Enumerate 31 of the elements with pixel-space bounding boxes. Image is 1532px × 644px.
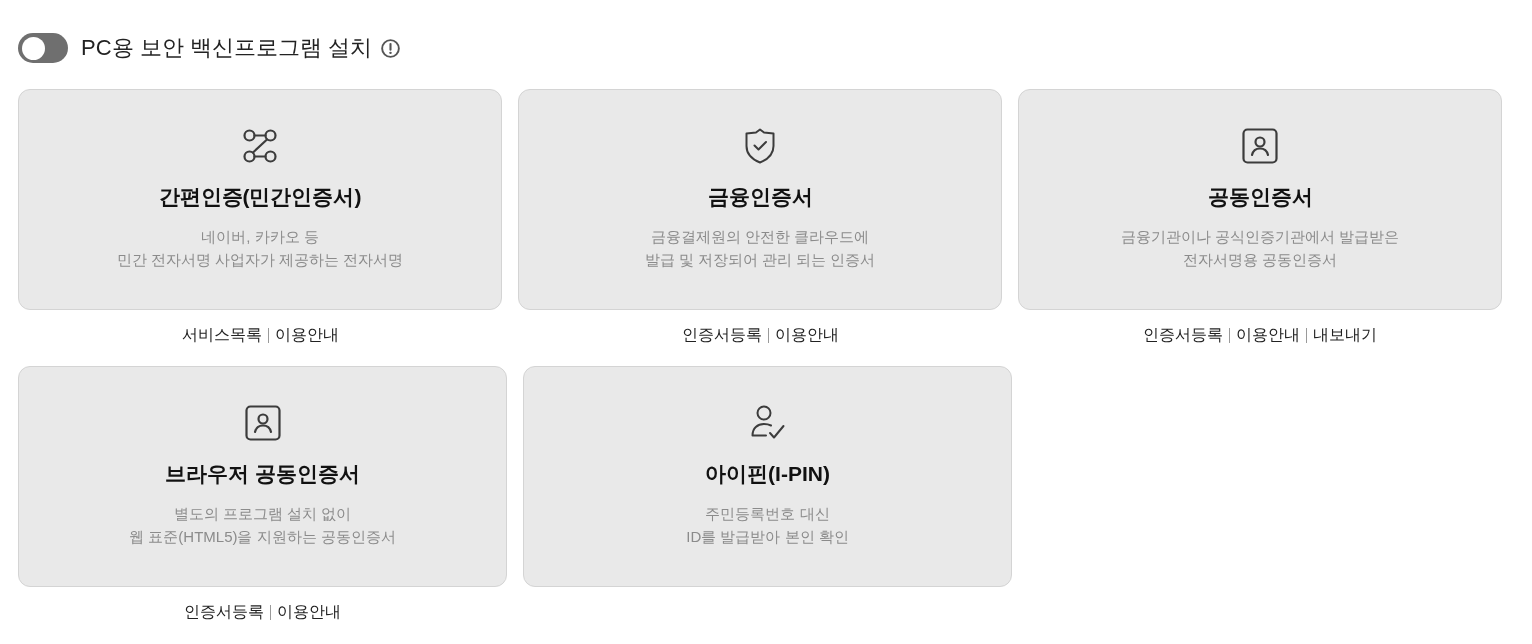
user-square-icon <box>1242 128 1278 164</box>
text-link[interactable]: 서비스목록 <box>181 325 262 345</box>
user-square-icon <box>244 405 281 441</box>
auth-card[interactable]: 공동인증서 금융기관이나 공식인증기관에서 발급받은 전자서명용 공동인증서 <box>1018 89 1502 310</box>
toggle-switch[interactable] <box>18 33 68 63</box>
card-title: 브라우저 공동인증서 <box>165 461 360 487</box>
toggle-label: PC용 보안 백신프로그램 설치 <box>81 34 372 62</box>
card-title: 아이핀(I-PIN) <box>705 461 830 487</box>
info-icon[interactable] <box>380 38 400 58</box>
card-title: 공동인증서 <box>1207 184 1313 210</box>
text-link[interactable]: 내보내기 <box>1313 325 1377 345</box>
text-link[interactable]: 이용안내 <box>1236 325 1300 345</box>
text-link[interactable]: 인증서등록 <box>681 325 762 345</box>
card-description: 네이버, 카카오 등 민간 전자서명 사업자가 제공하는 전자서명 <box>116 227 404 270</box>
auth-card[interactable]: 간편인증(민간인증서) 네이버, 카카오 등 민간 전자서명 사업자가 제공하는 전자서명 <box>18 89 502 310</box>
auth-card[interactable]: 아이핀(I-PIN) 주민등록번호 대신 ID를 발급받아 본인 확인 <box>523 366 1012 587</box>
user-check-icon <box>749 405 786 441</box>
connected-nodes-icon <box>242 128 278 164</box>
card-title: 금융인증서 <box>707 184 813 210</box>
text-link[interactable]: 이용안내 <box>774 325 839 345</box>
card-description: 금융기관이나 공식인증기관에서 발급받은 전자서명용 공동인증서 <box>1120 227 1400 270</box>
text-link[interactable]: 이용안내 <box>277 602 341 622</box>
auth-card[interactable]: 브라우저 공동인증서 별도의 프로그램 설치 없이 웹 표준(HTML5)을 지원하는 공동인증서 <box>18 366 507 587</box>
card-description: 금융결제원의 안전한 클라우드에 발급 및 저장되어 관리 되는 인증서 <box>644 227 876 270</box>
text-link[interactable]: 이용안내 <box>274 325 339 345</box>
card-description: 별도의 프로그램 설치 없이 웹 표준(HTML5)을 지원하는 공동인증서 <box>129 504 396 547</box>
card-description: 주민등록번호 대신 ID를 발급받아 본인 확인 <box>686 504 849 547</box>
auth-card[interactable]: 금융인증서 금융결제원의 안전한 클라우드에 발급 및 저장되어 관리 되는 인증서 <box>518 89 1002 310</box>
text-link[interactable]: 인증서등록 <box>1143 325 1223 345</box>
card-title: 간편인증(민간인증서) <box>158 184 362 210</box>
text-link[interactable]: 인증서등록 <box>184 602 264 622</box>
